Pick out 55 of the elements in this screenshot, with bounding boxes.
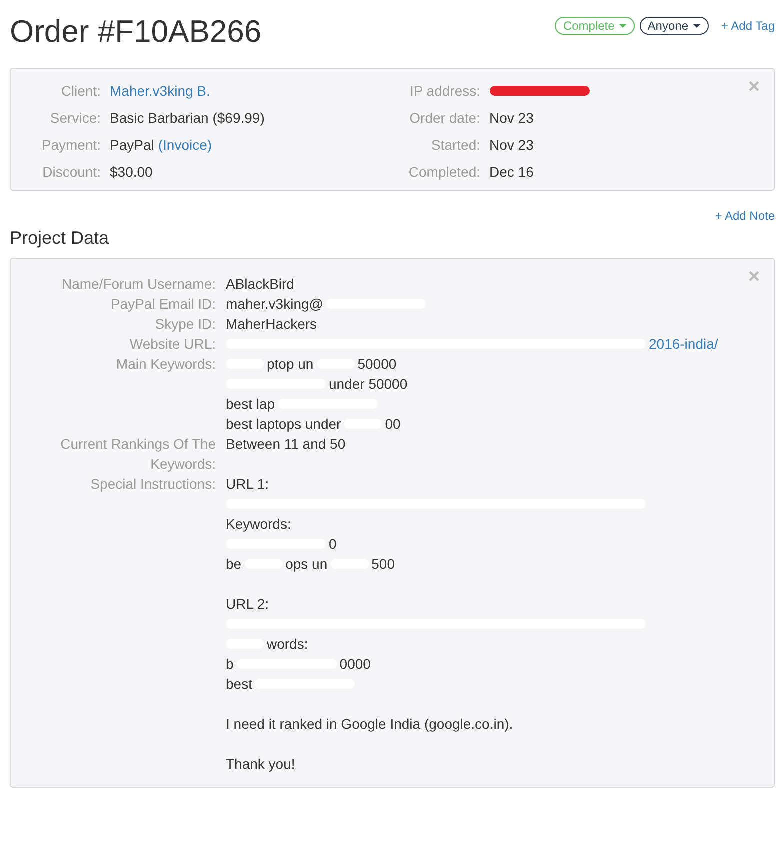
value-text: maher.v3king@ [226, 296, 324, 312]
value-link[interactable]: (Invoice) [158, 136, 212, 152]
value-text: 0 [329, 536, 337, 552]
value-text: $30.00 [110, 164, 153, 180]
field-label: Discount: [42, 164, 101, 180]
caret-icon [692, 24, 700, 28]
value-text: PayPal [110, 136, 154, 152]
caret-icon [618, 24, 627, 28]
value-text: ops un [286, 556, 328, 572]
field-label: Main Keywords: [115, 355, 216, 374]
field-label: Started: [430, 136, 480, 152]
value-text: Keywords: [226, 516, 292, 532]
value-link[interactable]: 2016-india/ [649, 336, 718, 352]
value-text: Nov 23 [490, 110, 534, 126]
field-label: Skype ID: [154, 315, 216, 334]
value-text: 500 [372, 556, 395, 572]
value-text: 50000 [358, 356, 397, 372]
value-text: under 50000 [329, 376, 408, 392]
value-text: Dec 16 [490, 164, 534, 180]
field-label: Website URL: [128, 335, 216, 354]
value-text: ABlackBird [226, 276, 294, 292]
value-text: Basic Barbarian ($69.99) [110, 110, 265, 126]
field-label: PayPal Email ID: [110, 295, 216, 314]
field-label: Current Rankings Of The Keywords: [60, 435, 216, 474]
add-note-link[interactable]: + Add Note [715, 209, 775, 223]
section-heading: Project Data [10, 228, 110, 249]
value-text: ptop un [267, 356, 314, 372]
field-label: Client: [60, 82, 101, 98]
field-label: Completed: [408, 164, 480, 180]
field-label: Service: [49, 110, 101, 126]
field-label: IP address: [408, 82, 480, 98]
field-label: Special Instructions: [90, 475, 216, 494]
value-text: Thank you! [226, 756, 296, 772]
field-label: Order date: [408, 110, 480, 126]
value-text: Between 11 and 50 [226, 436, 346, 452]
value-text: be [226, 556, 242, 572]
value-text: words: [267, 636, 308, 652]
value-text: best [226, 676, 252, 692]
value-text: URL 2: [226, 596, 270, 612]
tag-dropdown[interactable]: Complete [555, 17, 635, 35]
field-label: Payment: [40, 136, 101, 152]
value-text: URL 1: [226, 476, 270, 492]
field-label: Name/Forum Username: [60, 275, 216, 294]
value-text: best lap [226, 396, 276, 412]
tag-dropdown[interactable]: Anyone [640, 17, 708, 35]
value-link[interactable]: Maher.v3king B. [110, 82, 210, 98]
value-text: b [226, 656, 234, 672]
order-title: Order #F10AB266 [10, 14, 262, 50]
value-text: Nov 23 [490, 136, 534, 152]
value-text: 00 [385, 416, 401, 432]
value-text: MaherHackers [226, 316, 318, 332]
value-text: best laptops under [226, 416, 342, 432]
add-tag-link[interactable]: + Add Tag [722, 19, 775, 33]
value-text: 0000 [340, 656, 371, 672]
value-text: I need it ranked in Google India (google.co.in). [226, 716, 514, 732]
